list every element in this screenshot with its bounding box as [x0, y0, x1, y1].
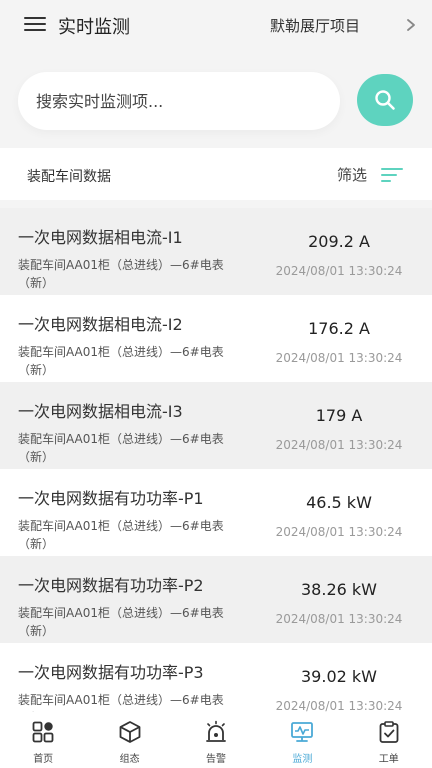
monitor-list: 一次电网数据相电流-I1 装配车间AA01柜（总进线）—6#电表（新） 209.… — [0, 208, 432, 712]
item-timestamp: 2024/08/01 13:30:24 — [275, 612, 403, 626]
bottom-tab-bar: 首页 组态 告警 监测 工单 — [0, 712, 432, 768]
tab-label: 告警 — [205, 754, 226, 765]
item-value: 209.2 A — [308, 232, 370, 251]
search-box — [18, 72, 340, 130]
item-timestamp: 2024/08/01 13:30:24 — [275, 699, 403, 712]
tab-label: 工单 — [378, 754, 399, 765]
filter-button[interactable]: 筛选 — [337, 164, 367, 185]
item-timestamp: 2024/08/01 13:30:24 — [275, 438, 403, 452]
item-timestamp: 2024/08/01 13:30:24 — [275, 264, 403, 278]
menu-icon[interactable] — [24, 17, 46, 33]
list-item[interactable]: 一次电网数据有功功率-P1 装配车间AA01柜（总进线）—6#电表（新） 46.… — [0, 469, 432, 556]
tab-config[interactable]: 组态 — [86, 712, 172, 768]
section-title: 装配车间数据 — [27, 169, 111, 185]
item-name: 一次电网数据相电流-I1 — [18, 228, 183, 247]
list-item[interactable]: 一次电网数据相电流-I2 装配车间AA01柜（总进线）—6#电表（新） 176.… — [0, 295, 432, 382]
monitor-icon — [291, 722, 314, 742]
item-name: 一次电网数据相电流-I3 — [18, 402, 183, 421]
item-value: 38.26 kW — [301, 580, 377, 599]
item-location: 装配车间AA01柜（总进线）—6#电表（新） — [18, 519, 224, 551]
item-name: 一次电网数据相电流-I2 — [18, 315, 183, 334]
item-name: 一次电网数据有功功率-P2 — [18, 576, 204, 595]
item-value: 39.02 kW — [301, 667, 377, 686]
item-value: 179 A — [315, 406, 363, 425]
item-location: 装配车间AA01柜（总进线）—6#电表（新） — [18, 606, 224, 638]
list-item[interactable]: 一次电网数据有功功率-P3 装配车间AA01柜（总进线）—6#电表（新） 39.… — [0, 643, 432, 712]
section-header: 装配车间数据 筛选 — [0, 148, 432, 200]
clipboard-check-icon — [379, 721, 399, 743]
header: 实时监测 默勒展厅项目 — [0, 0, 432, 52]
tab-monitor[interactable]: 监测 — [259, 712, 345, 768]
item-name: 一次电网数据有功功率-P1 — [18, 489, 204, 508]
tab-home[interactable]: 首页 — [0, 712, 86, 768]
cube-icon — [119, 721, 140, 743]
search-input[interactable] — [18, 72, 340, 130]
chevron-right-icon[interactable] — [404, 16, 418, 34]
page-title: 实时监测 — [58, 17, 130, 38]
tab-label: 首页 — [33, 754, 54, 765]
item-location: 装配车间AA01柜（总进线）—6#电表（新） — [18, 345, 224, 377]
item-value: 46.5 kW — [306, 493, 372, 512]
item-location: 装配车间AA01柜（总进线）—6#电表（新） — [18, 693, 224, 712]
list-item[interactable]: 一次电网数据有功功率-P2 装配车间AA01柜（总进线）—6#电表（新） 38.… — [0, 556, 432, 643]
item-location: 装配车间AA01柜（总进线）—6#电表（新） — [18, 258, 224, 290]
tab-label: 监测 — [292, 754, 313, 765]
search-button[interactable] — [357, 74, 413, 126]
project-selector[interactable]: 默勒展厅项目 — [270, 15, 360, 36]
item-timestamp: 2024/08/01 13:30:24 — [275, 351, 403, 365]
item-timestamp: 2024/08/01 13:30:24 — [275, 525, 403, 539]
item-name: 一次电网数据有功功率-P3 — [18, 663, 204, 682]
tab-label: 组态 — [119, 754, 140, 765]
tab-workorder[interactable]: 工单 — [346, 712, 432, 768]
item-value: 176.2 A — [308, 319, 370, 338]
home-grid-icon — [32, 721, 54, 743]
filter-icon[interactable] — [381, 167, 403, 183]
tab-alarm[interactable]: 告警 — [173, 712, 259, 768]
list-item[interactable]: 一次电网数据相电流-I3 装配车间AA01柜（总进线）—6#电表（新） 179 … — [0, 382, 432, 469]
search-icon — [375, 90, 395, 110]
item-location: 装配车间AA01柜（总进线）—6#电表（新） — [18, 432, 224, 464]
app-root: 实时监测 默勒展厅项目 装配车间数据 筛选 一次电网数据相电流-I1 装配车间A… — [0, 0, 432, 768]
list-item[interactable]: 一次电网数据相电流-I1 装配车间AA01柜（总进线）—6#电表（新） 209.… — [0, 208, 432, 295]
alarm-light-icon — [206, 720, 226, 742]
